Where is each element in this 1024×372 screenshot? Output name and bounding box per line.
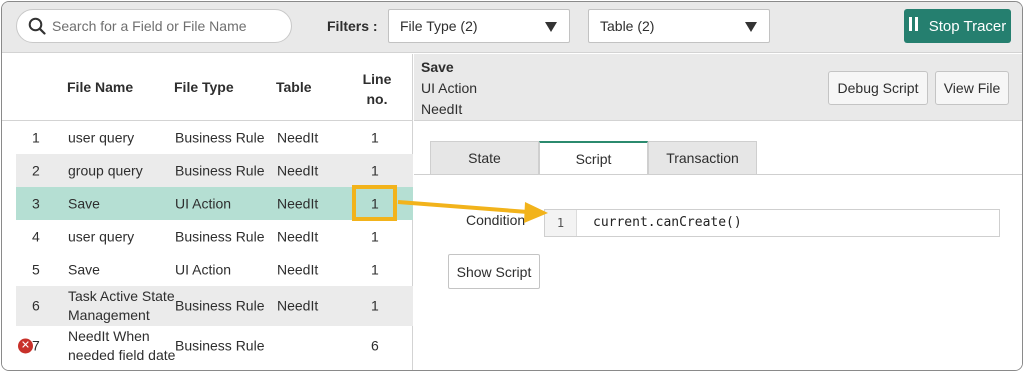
details-type: UI Action — [421, 80, 478, 96]
table-row[interactable]: ✕ 7 NeedIt When needed field date Busine… — [16, 326, 413, 366]
table-row[interactable]: 2 group query Business Rule NeedIt 1 — [16, 154, 413, 187]
table-filter-value: Table (2) — [600, 18, 655, 34]
row-line-no: 1 — [371, 162, 379, 178]
row-number: 4 — [32, 228, 40, 244]
table-row[interactable]: 1 user query Business Rule NeedIt 1 — [16, 121, 413, 154]
file-type-filter-select[interactable]: File Type (2) — [388, 9, 570, 43]
row-number: 3 — [32, 195, 40, 211]
row-file-type: Business Rule — [175, 129, 265, 145]
row-line-no: 6 — [371, 337, 379, 354]
error-x-icon: ✕ — [18, 338, 33, 354]
row-file-name: Save — [68, 195, 100, 211]
stop-tracer-label: Stop Tracer — [928, 17, 1007, 35]
row-file-type: UI Action — [175, 261, 232, 277]
line-number-highlight-box — [352, 185, 397, 221]
details-title: Save — [421, 59, 454, 75]
row-number: 2 — [32, 162, 40, 178]
table-row[interactable]: 4 user query Business Rule NeedIt 1 — [16, 220, 413, 253]
tab-state[interactable]: State — [430, 141, 539, 174]
row-file-name: Save — [68, 261, 100, 277]
filters-label: Filters : — [327, 18, 378, 34]
column-header-file-type: File Type — [174, 79, 234, 95]
view-file-button[interactable]: View File — [935, 71, 1009, 105]
tab-transaction[interactable]: Transaction — [648, 141, 757, 174]
row-file-type: Business Rule — [175, 337, 265, 354]
row-file-name: Task Active State Management — [68, 288, 175, 323]
condition-code: current.canCreate() — [593, 215, 742, 230]
row-file-type: UI Action — [175, 195, 232, 211]
row-file-name: group query — [68, 162, 143, 178]
row-table: NeedIt — [277, 162, 319, 178]
row-line-no: 1 — [371, 228, 379, 244]
row-file-name: user query — [68, 129, 135, 145]
column-header-table: Table — [276, 79, 312, 95]
stop-tracer-button[interactable]: Stop Tracer — [904, 9, 1011, 43]
row-file-type: Business Rule — [175, 228, 265, 244]
row-table: NeedIt — [277, 129, 319, 145]
caret-down-icon — [745, 22, 757, 32]
caret-down-icon — [545, 22, 557, 32]
table-row[interactable]: 5 Save UI Action NeedIt 1 — [16, 253, 413, 286]
row-table: NeedIt — [277, 261, 319, 277]
show-script-button[interactable]: Show Script — [448, 254, 540, 289]
toolbar: Filters : File Type (2) Table (2) Stop T… — [2, 2, 1022, 53]
tab-script[interactable]: Script — [539, 141, 648, 175]
column-header-line-no: Line no. — [362, 71, 392, 107]
row-file-type: Business Rule — [175, 162, 265, 178]
table-row[interactable]: 6 Task Active State Management Business … — [16, 286, 413, 326]
line-number-gutter: 1 — [545, 210, 577, 236]
column-header-file-name: File Name — [67, 79, 134, 95]
table-filter-select[interactable]: Table (2) — [588, 9, 770, 43]
row-line-no: 1 — [371, 129, 379, 145]
script-tracer-window: Filters : File Type (2) Table (2) Stop T… — [1, 1, 1023, 371]
details-panel: Save UI Action NeedIt Debug Script View … — [414, 54, 1022, 370]
table-body: 1 user query Business Rule NeedIt 1 2 gr… — [16, 121, 413, 366]
condition-label: Condition — [466, 212, 526, 228]
search-icon — [28, 17, 46, 35]
row-line-no: 1 — [371, 297, 379, 314]
row-file-name: NeedIt When needed field date — [68, 328, 176, 363]
row-table: NeedIt — [277, 228, 319, 244]
row-table: NeedIt — [277, 195, 319, 211]
row-number: 7 — [32, 337, 40, 354]
row-number: 5 — [32, 261, 40, 277]
search-box[interactable] — [16, 9, 292, 43]
search-input[interactable] — [52, 18, 272, 34]
row-number: 6 — [32, 297, 40, 314]
details-table: NeedIt — [421, 101, 463, 117]
row-number: 1 — [32, 129, 40, 145]
tab-divider — [414, 174, 1022, 175]
debug-script-button[interactable]: Debug Script — [828, 71, 928, 105]
row-file-type: Business Rule — [175, 297, 265, 314]
table-header: File Name File Type Table Line no. — [2, 54, 413, 121]
row-table: NeedIt — [277, 297, 319, 314]
pause-icon — [908, 17, 921, 35]
row-line-no: 1 — [371, 261, 379, 277]
condition-code-editor[interactable]: 1 current.canCreate() — [544, 209, 1000, 237]
row-file-name: user query — [68, 228, 135, 244]
file-type-filter-value: File Type (2) — [400, 18, 478, 34]
details-header: Save UI Action NeedIt Debug Script View … — [414, 54, 1022, 121]
